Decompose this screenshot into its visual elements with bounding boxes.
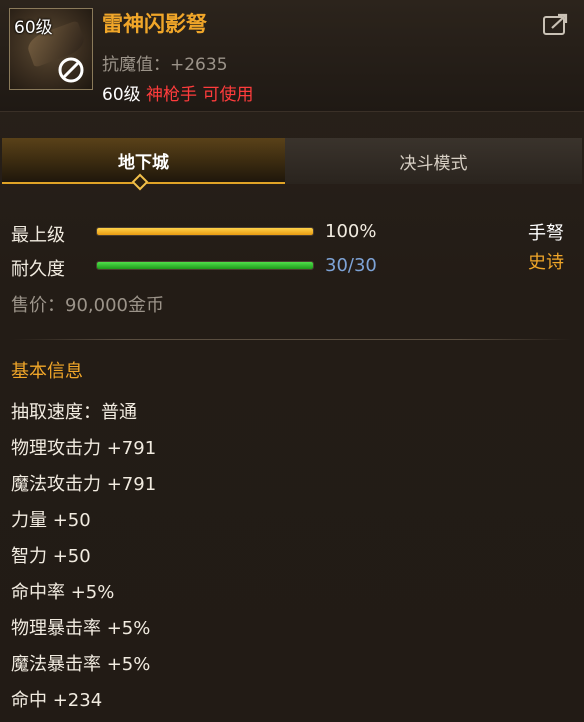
item-header: 60级 雷神闪影弩 抗魔值：+2635 60级 神枪手 可使用 (0, 0, 584, 112)
durability-value: 30/30 (325, 255, 377, 276)
divider (12, 339, 572, 340)
attribute-line: 物理暴击率 +5% (11, 618, 151, 639)
attribute-line: 力量 +50 (11, 510, 91, 531)
basic-info-title: 基本信息 (11, 361, 83, 382)
max-level-label: 最上级 (11, 225, 65, 246)
item-price: 售价：90,000金币 (11, 295, 164, 316)
item-name: 雷神闪影弩 (102, 12, 207, 36)
max-level-bar (96, 227, 314, 236)
item-requirement: 60级 神枪手 可使用 (102, 80, 253, 105)
tab-duel-mode[interactable]: 决斗模式 (285, 138, 582, 184)
attribute-line: 物理攻击力 +791 (11, 438, 157, 459)
item-tooltip-panel: 60级 雷神闪影弩 抗魔值：+2635 60级 神枪手 可使用 地下城 决斗模式… (0, 0, 584, 722)
item-magic-resist: 抗魔值：+2635 (102, 55, 228, 75)
attribute-line: 魔法暴击率 +5% (11, 654, 151, 675)
durability-bar-fill (97, 262, 313, 269)
durability-bar (96, 261, 314, 270)
attribute-line: 命中 +234 (11, 690, 103, 711)
item-rarity: 史诗 (528, 252, 564, 273)
forbid-icon (58, 57, 84, 83)
attribute-line: 智力 +50 (11, 546, 91, 567)
durability-label: 耐久度 (11, 259, 65, 280)
share-icon[interactable] (542, 12, 570, 36)
attribute-line: 抽取速度：普通 (11, 402, 137, 423)
max-level-value: 100% (325, 221, 377, 242)
mode-tabs: 地下城 决斗模式 (0, 138, 584, 184)
item-level-badge: 60级 (14, 18, 53, 38)
attribute-line: 命中率 +5% (11, 582, 115, 603)
item-required-level: 60级 (102, 85, 147, 105)
item-required-class: 神枪手 可使用 (146, 85, 254, 105)
item-icon: 60级 (9, 8, 93, 90)
max-level-bar-fill (97, 228, 313, 235)
attribute-line: 魔法攻击力 +791 (11, 474, 157, 495)
item-type: 手弩 (528, 223, 564, 244)
